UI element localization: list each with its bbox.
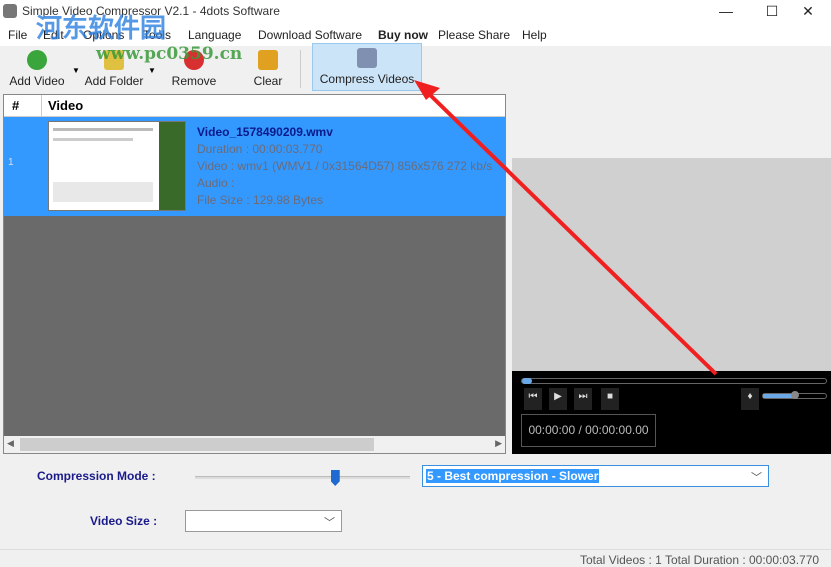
status-bar-text: Total Videos : 1 Total Duration : 00:00:… (580, 553, 820, 567)
video-audio-info: Audio : (197, 176, 235, 190)
video-size-select[interactable]: ﹀ (185, 510, 342, 532)
seek-thumb[interactable] (522, 378, 532, 384)
video-filename: Video_1578490209.wmv (197, 125, 333, 139)
compress-label: Compress Videos (319, 72, 415, 86)
compression-slider[interactable] (195, 470, 410, 486)
toolbar-separator (300, 50, 301, 88)
table-row[interactable]: 1 Video_1578490209.wmv Duration : 00:00:… (4, 117, 505, 216)
column-video[interactable]: Video (48, 98, 83, 113)
menu-buy-now[interactable]: Buy now (378, 28, 428, 42)
clear-button[interactable]: Clear (246, 46, 290, 92)
row-index: 1 (8, 157, 14, 168)
compression-mode-select[interactable]: 5 - Best compression - Slower ﹀ (422, 465, 769, 487)
previous-button[interactable]: ⏮ (524, 388, 542, 410)
minimize-button[interactable]: — (703, 0, 749, 22)
scroll-left-icon[interactable]: ◀ (7, 438, 14, 449)
volume-fill (763, 394, 795, 398)
brush-icon (258, 50, 278, 70)
column-divider (41, 95, 42, 117)
menu-language[interactable]: Language (188, 28, 241, 42)
video-file-size: File Size : 129.98 Bytes (197, 193, 324, 207)
volume-thumb[interactable] (790, 391, 799, 399)
add-video-label: Add Video (9, 74, 65, 88)
menu-please-share[interactable]: Please Share (438, 28, 510, 42)
remove-label: Remove (171, 74, 217, 88)
video-list[interactable]: # Video 1 Video_1578490209.wmv Duration … (3, 94, 506, 454)
chevron-down-icon: ﹀ (324, 517, 335, 529)
player-controls: ⏮ ▶ ⏭ ■ ♦ 00:00:00 / 00:00:00.00 (512, 371, 831, 454)
add-folder-dropdown-arrow[interactable]: ▼ (148, 66, 156, 75)
video-duration: Duration : 00:00:03.770 (197, 142, 323, 156)
watermark-url: www.pc0359.cn (96, 44, 243, 64)
seek-bar[interactable] (521, 378, 827, 384)
video-preview (512, 158, 831, 371)
list-header: # Video (4, 95, 505, 117)
video-thumbnail (48, 121, 186, 211)
volume-icon[interactable]: ♦ (741, 388, 759, 410)
status-divider (0, 549, 831, 550)
compress-icon (357, 48, 377, 68)
add-folder-label: Add Folder (84, 74, 144, 88)
volume-slider[interactable] (762, 391, 827, 399)
next-button[interactable]: ⏭ (574, 388, 592, 410)
column-index[interactable]: # (12, 98, 19, 113)
menu-help[interactable]: Help (522, 28, 547, 42)
add-video-button[interactable]: Add Video (4, 46, 70, 92)
stop-button[interactable]: ■ (601, 388, 619, 410)
time-display: 00:00:00 / 00:00:00.00 (521, 414, 656, 447)
play-button[interactable]: ▶ (549, 388, 567, 410)
add-icon (27, 50, 47, 70)
scrollbar-thumb[interactable] (20, 438, 374, 451)
scroll-right-icon[interactable]: ▶ (495, 438, 502, 449)
horizontal-scrollbar[interactable]: ◀ ▶ (4, 436, 505, 453)
compression-mode-label: Compression Mode : (37, 469, 156, 483)
compression-slider-thumb[interactable] (330, 470, 340, 486)
menu-download-software[interactable]: Download Software (258, 28, 362, 42)
close-button[interactable]: ✕ (785, 0, 831, 22)
video-codec-info: Video : wmv1 (WMV1 / 0x31564D57) 856x576… (197, 159, 493, 173)
watermark-logo: 河东软件园 (36, 14, 167, 44)
video-size-label: Video Size : (90, 514, 158, 528)
clear-label: Clear (253, 74, 283, 88)
chevron-down-icon: ﹀ (751, 472, 762, 484)
add-video-dropdown-arrow[interactable]: ▼ (72, 66, 80, 75)
menu-file[interactable]: File (8, 28, 27, 42)
app-icon (3, 4, 17, 18)
compress-videos-button[interactable]: Compress Videos (312, 43, 422, 91)
compression-mode-value: 5 - Best compression - Slower (426, 469, 600, 483)
